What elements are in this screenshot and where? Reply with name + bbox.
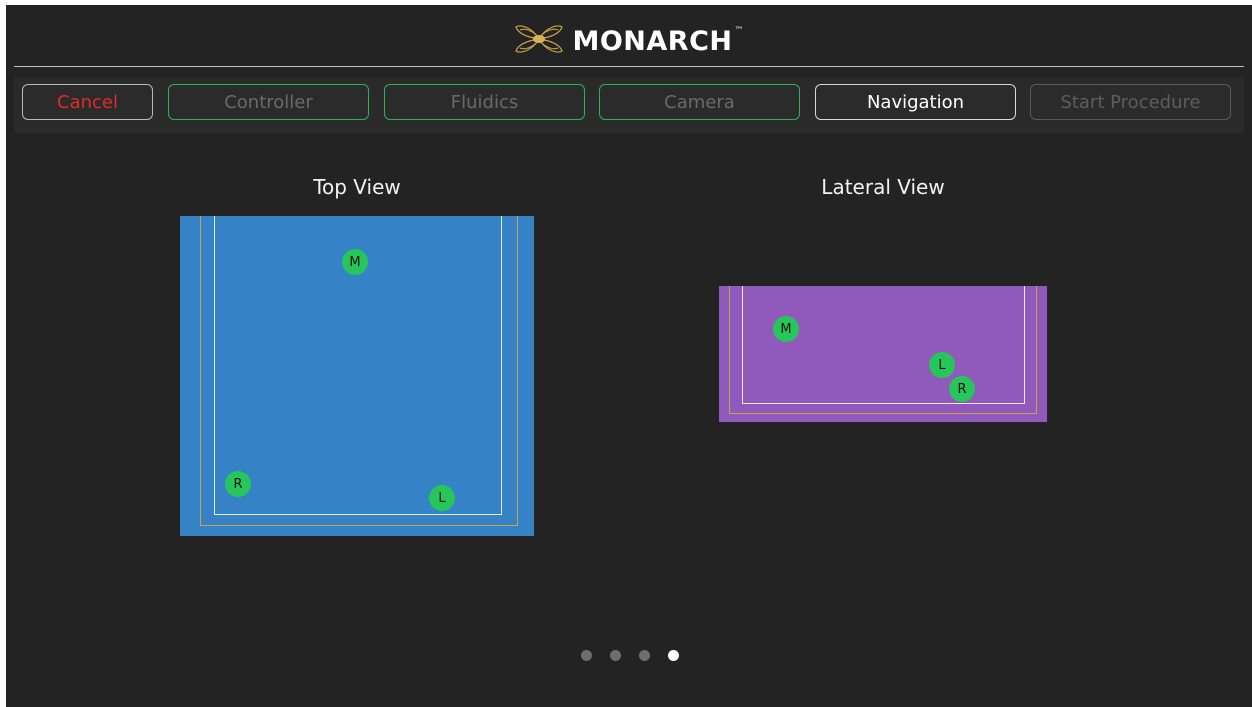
brand: MONARCH ™ xyxy=(6,23,1252,59)
step-controller-button[interactable]: Controller xyxy=(168,84,369,120)
cancel-button[interactable]: Cancel xyxy=(22,84,153,120)
step-fluidics-button[interactable]: Fluidics xyxy=(384,84,585,120)
page-dot-4[interactable] xyxy=(668,650,679,661)
header-divider xyxy=(14,66,1244,67)
lateral-view-title: Lateral View xyxy=(821,175,945,199)
top-view-marker-m[interactable]: M xyxy=(342,249,368,275)
lateral-view-panel: M L R xyxy=(719,286,1047,422)
lateral-view-marker-m[interactable]: M xyxy=(773,316,799,342)
butterfly-logo-icon xyxy=(514,22,564,60)
page-dot-2[interactable] xyxy=(610,650,621,661)
app-window: MONARCH ™ Cancel Controller Fluidics Cam… xyxy=(6,5,1252,707)
trademark-symbol: ™ xyxy=(734,26,744,36)
top-view-panel: M R L xyxy=(180,216,534,536)
lateral-view-marker-r[interactable]: R xyxy=(949,376,975,402)
header: MONARCH ™ xyxy=(6,5,1252,67)
lateral-view-inner-frame xyxy=(742,286,1025,404)
lateral-view-marker-l[interactable]: L xyxy=(929,352,955,378)
start-procedure-button[interactable]: Start Procedure xyxy=(1030,84,1231,120)
top-view-marker-l[interactable]: L xyxy=(429,485,455,511)
page-dot-1[interactable] xyxy=(581,650,592,661)
step-bar: Cancel Controller Fluidics Camera Naviga… xyxy=(14,77,1244,133)
page-indicator xyxy=(581,650,679,662)
top-view-title: Top View xyxy=(313,175,401,199)
step-camera-button[interactable]: Camera xyxy=(599,84,800,120)
step-navigation-button[interactable]: Navigation xyxy=(815,84,1016,120)
page-dot-3[interactable] xyxy=(639,650,650,661)
top-view-marker-r[interactable]: R xyxy=(225,471,251,497)
brand-name: MONARCH xyxy=(572,25,733,57)
